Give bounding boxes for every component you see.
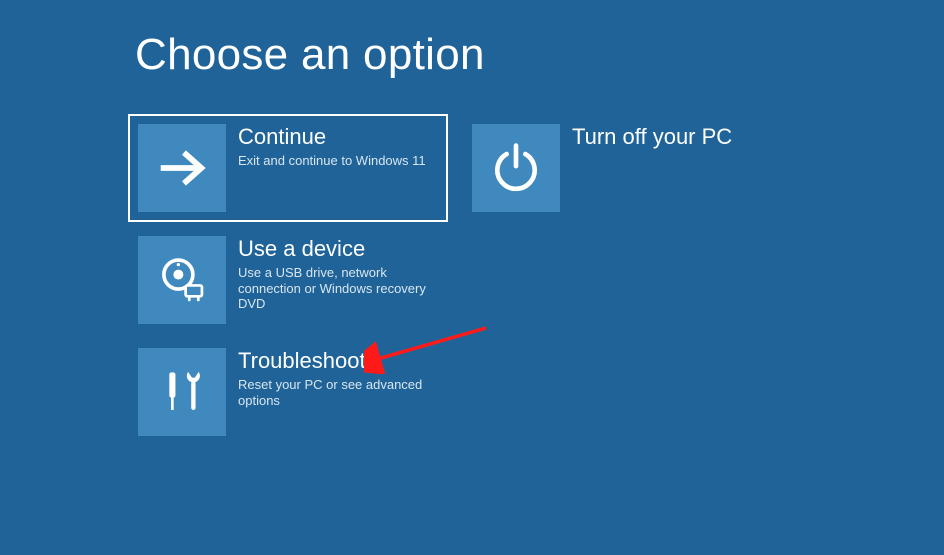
tools-icon	[138, 348, 226, 436]
option-turn-off-pc[interactable]: Turn off your PC	[472, 124, 732, 212]
device-icon	[138, 236, 226, 324]
option-continue[interactable]: Continue Exit and continue to Windows 11	[128, 114, 448, 222]
option-continue-text: Continue Exit and continue to Windows 11	[226, 124, 426, 169]
option-troubleshoot-title: Troubleshoot	[238, 348, 448, 373]
option-continue-title: Continue	[238, 124, 426, 149]
option-use-a-device-desc: Use a USB drive, network connection or W…	[238, 265, 448, 312]
arrow-right-icon	[138, 124, 226, 212]
option-turn-off-pc-title: Turn off your PC	[572, 124, 732, 149]
option-troubleshoot-text: Troubleshoot Reset your PC or see advanc…	[226, 348, 448, 408]
option-continue-desc: Exit and continue to Windows 11	[238, 153, 426, 169]
option-troubleshoot[interactable]: Troubleshoot Reset your PC or see advanc…	[138, 348, 448, 436]
page-title: Choose an option	[135, 30, 485, 80]
option-use-a-device-text: Use a device Use a USB drive, network co…	[226, 236, 448, 312]
winre-choose-option-screen: Choose an option Continue Exit and conti…	[0, 0, 944, 555]
option-turn-off-pc-text: Turn off your PC	[560, 124, 732, 149]
power-icon	[472, 124, 560, 212]
option-troubleshoot-desc: Reset your PC or see advanced options	[238, 377, 448, 408]
option-use-a-device[interactable]: Use a device Use a USB drive, network co…	[138, 236, 448, 324]
option-use-a-device-title: Use a device	[238, 236, 448, 261]
